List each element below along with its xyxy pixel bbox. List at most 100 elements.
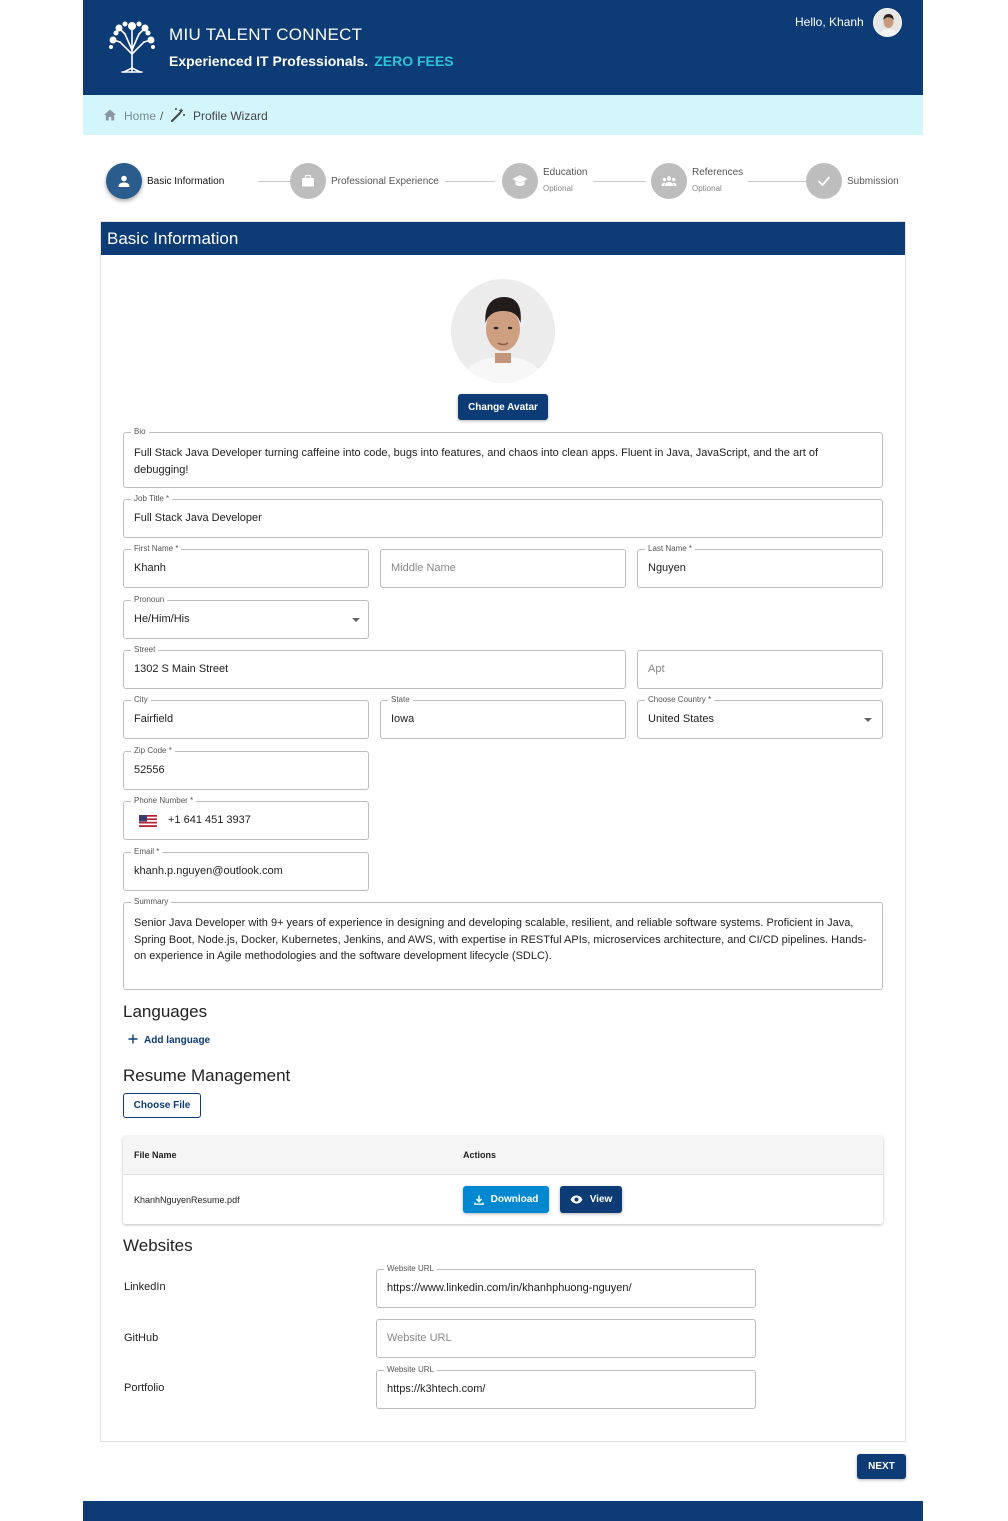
apt-field[interactable]: Apt [637,650,883,689]
step-label: Education [543,167,588,178]
website-name-linkedin: LinkedIn [124,1281,166,1293]
breadcrumb-separator: / [160,109,164,123]
step-professional-experience[interactable] [290,163,326,199]
job-title-value: Full Stack Java Developer [134,512,262,524]
add-language-label: Add language [144,1035,211,1046]
bio-field[interactable]: Bio Full Stack Java Developer turning ca… [123,427,883,488]
country-value: United States [648,713,715,725]
github-url-field[interactable]: Website URL [376,1319,756,1358]
city-label: City [131,695,151,705]
basic-information-card: Basic Information Change Avatar Bio Full… [100,221,906,1442]
github-url-placeholder: Website URL [387,1332,452,1344]
pronoun-value: He/Him/His [134,613,190,625]
apt-placeholder: Apt [648,663,665,675]
websites-heading: Websites [123,1236,193,1255]
resume-table: File Name Actions KhanhNguyenResume.pdf … [123,1136,883,1224]
column-header-file-name: File Name [134,1150,177,1160]
website-name-github: GitHub [124,1332,159,1344]
street-label: Street [131,645,159,655]
profile-photo-image [451,279,555,383]
breadcrumb-current: Profile Wizard [193,109,268,123]
summary-label: Summary [131,897,172,907]
user-avatar[interactable] [873,8,902,37]
resume-heading: Resume Management [123,1066,291,1085]
check-icon [818,176,830,186]
dropdown-arrow-icon [864,718,872,722]
street-value: 1302 S Main Street [134,663,229,675]
step-label: Basic Information [147,176,225,187]
country-select[interactable]: Choose Country * United States [637,695,883,739]
last-name-field[interactable]: Last Name * Nguyen [637,544,883,588]
step-submission[interactable] [806,163,842,199]
bio-value: Full Stack Java Developer turning caffei… [134,447,819,476]
tree-logo-icon [109,21,155,73]
city-value: Fairfield [134,713,174,725]
linkedin-url-value: https://www.linkedin.com/in/khanhphuong-… [387,1282,632,1294]
card-title: Basic Information [101,222,905,255]
street-field[interactable]: Street 1302 S Main Street [123,645,626,689]
tagline-text: Experienced IT Professionals. [169,53,369,69]
last-name-value: Nguyen [648,562,686,574]
download-label: Download [490,1194,539,1205]
last-name-label: Last Name * [645,544,696,554]
eye-icon [570,1195,583,1204]
step-sublabel: Optional [692,184,722,193]
zip-code-field[interactable]: Zip Code * 52556 [123,746,369,790]
resume-file-name: KhanhNguyenResume.pdf [134,1195,240,1205]
phone-value: +1 641 451 3937 [168,814,251,826]
linkedin-url-field[interactable]: Website URL https://www.linkedin.com/in/… [376,1264,756,1308]
middle-name-field[interactable]: Middle Name [380,549,626,588]
school-icon [512,175,528,186]
magic-wand-icon [171,108,185,122]
step-label: Professional Experience [331,176,439,187]
download-resume-button[interactable]: Download [463,1186,549,1213]
website-name-portfolio: Portfolio [124,1382,165,1394]
first-name-field[interactable]: First Name * Khanh [123,544,369,588]
view-label: View [589,1194,613,1205]
choose-file-button[interactable]: Choose File [123,1093,201,1118]
view-resume-button[interactable]: View [560,1186,622,1213]
country-label: Choose Country * [645,695,715,705]
add-language-button[interactable]: Add language [128,1034,210,1046]
step-references[interactable] [651,163,687,199]
state-value: Iowa [391,713,415,725]
state-label: State [388,695,413,705]
footer-bar [83,1501,923,1521]
city-field[interactable]: City Fairfield [123,695,369,739]
zip-code-label: Zip Code * [131,746,175,756]
website-url-label: Website URL [384,1264,437,1274]
step-label: Submission [847,176,899,187]
next-button[interactable]: NEXT [857,1454,906,1479]
change-avatar-button[interactable]: Change Avatar [458,394,548,420]
step-connector [258,181,290,182]
languages-heading: Languages [123,1002,208,1021]
state-field[interactable]: State Iowa [380,695,626,739]
email-field[interactable]: Email * khanh.p.nguyen@outlook.com [123,847,369,891]
phone-field[interactable]: Phone Number * +1 641 451 3937 [123,796,369,840]
tagline-accent: ZERO FEES [374,53,454,69]
step-connector [748,181,806,182]
brand-name: MIU TALENT CONNECT [169,25,363,44]
job-title-field[interactable]: Job Title * Full Stack Java Developer [123,494,883,538]
first-name-value: Khanh [134,562,166,574]
step-basic-information[interactable] [106,163,142,199]
pronoun-select[interactable]: Pronoun He/Him/His [123,595,369,639]
tagline: Experienced IT Professionals. ZERO FEES [169,53,454,69]
home-icon [104,109,116,121]
step-education[interactable] [502,163,538,199]
phone-label: Phone Number * [131,796,197,806]
briefcase-icon [302,174,314,187]
person-icon [118,175,130,187]
profile-photo [451,279,555,383]
breadcrumb-home-link[interactable]: Home [124,109,156,123]
summary-field[interactable]: Summary Senior Java Developer with 9+ ye… [123,897,883,990]
portfolio-url-value: https://k3htech.com/ [387,1383,486,1395]
us-flag-icon[interactable] [139,815,157,827]
email-label: Email * [131,847,163,857]
portfolio-url-field[interactable]: Website URL https://k3htech.com/ [376,1365,756,1409]
step-connector [593,181,646,182]
dropdown-arrow-icon [352,618,360,622]
download-icon [473,1195,484,1205]
middle-name-placeholder: Middle Name [391,562,456,574]
pronoun-label: Pronoun [131,595,168,605]
